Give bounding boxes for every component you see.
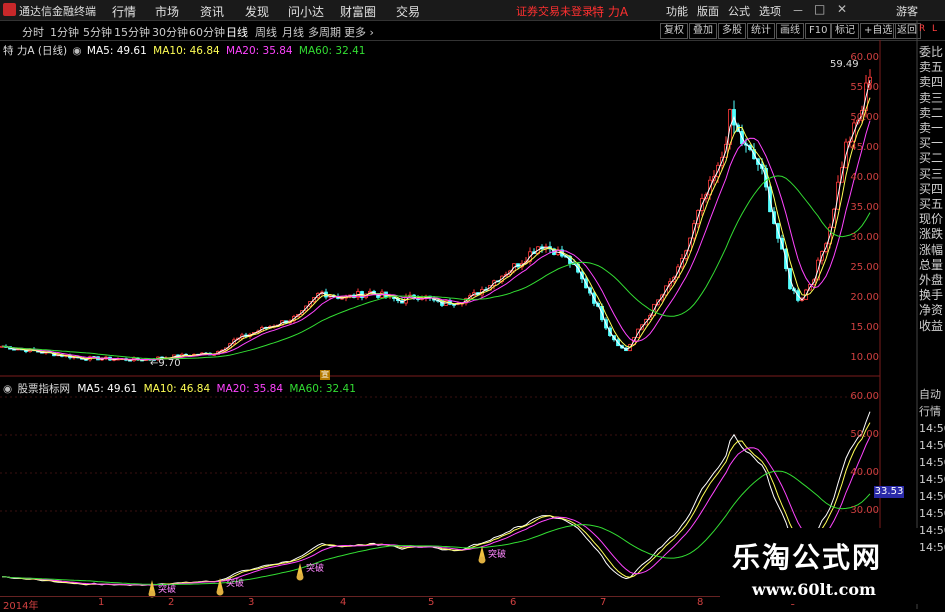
quote-label: 总量 bbox=[919, 257, 944, 272]
sub-panel-name: 股票指标网 bbox=[17, 383, 71, 395]
tick-label: 自动 bbox=[919, 388, 941, 401]
tick-label: 14:50 bbox=[919, 507, 945, 520]
settings-dot-icon[interactable]: ◉ bbox=[3, 383, 12, 395]
quote-label: 买二 bbox=[919, 151, 944, 166]
quote-label: 净资 bbox=[919, 303, 944, 318]
watermark-title: 乐淘公式网 bbox=[732, 541, 883, 574]
event-marker-icon[interactable]: 宣 bbox=[320, 370, 330, 380]
ma-lines-group bbox=[1, 79, 871, 361]
ma10-line bbox=[1, 97, 871, 361]
y-tick: 55.00 bbox=[850, 82, 879, 93]
sub-ma20-value: 35.84 bbox=[252, 383, 284, 395]
x-tick: 2 bbox=[168, 597, 175, 608]
signal-arrow-icon bbox=[149, 580, 155, 592]
tick-label: 14:50 bbox=[919, 490, 945, 503]
y-tick: 45.00 bbox=[850, 142, 879, 153]
quote-label: 委比 bbox=[919, 45, 944, 59]
x-tick: 8 bbox=[697, 597, 704, 608]
sub-y-tick: 30.00 bbox=[850, 505, 879, 516]
quote-label: 收益 bbox=[919, 318, 944, 333]
side-l-marker: L bbox=[932, 24, 938, 34]
sub-legend: ◉ 股票指标网 MA5: 49.61 MA10: 46.84 MA20: 35.… bbox=[3, 381, 423, 395]
sub-ma5-value: 49.61 bbox=[107, 383, 138, 395]
x-tick: 4 bbox=[340, 597, 347, 608]
sub-ma10-value: 46.84 bbox=[180, 383, 211, 395]
quote-label: 换手 bbox=[919, 288, 944, 303]
tick-label: 14:50 bbox=[919, 541, 945, 554]
quote-label: 买一 bbox=[919, 136, 944, 151]
watermark-url: www.60lt.com bbox=[752, 580, 876, 599]
sub-ma60-label: MA60: bbox=[289, 383, 323, 395]
signal-coin-icon bbox=[478, 556, 486, 564]
quote-label: 买四 bbox=[919, 181, 944, 196]
quote-label: 外盘 bbox=[919, 273, 944, 288]
quote-label: 买五 bbox=[919, 197, 944, 212]
quote-label: 卖二 bbox=[919, 105, 944, 120]
ma20-line bbox=[1, 120, 871, 361]
tick-label: 行情 bbox=[919, 405, 941, 418]
kline-chart[interactable] bbox=[0, 0, 945, 609]
y-tick: 20.00 bbox=[850, 292, 879, 303]
watermark: 乐淘公式网 www.60lt.com bbox=[720, 528, 918, 604]
quote-label: 卖五 bbox=[919, 60, 944, 75]
signal-label: 突破 bbox=[306, 564, 325, 574]
x-tick: 6 bbox=[510, 597, 517, 608]
x-tick: 1 bbox=[98, 597, 105, 608]
y-tick: 15.00 bbox=[850, 322, 879, 333]
quote-label: 涨跌 bbox=[919, 227, 944, 242]
sub-ma20-label: MA20: bbox=[216, 383, 250, 395]
quote-label: 买三 bbox=[919, 166, 944, 181]
sub-y-tick: 50.00 bbox=[850, 429, 879, 440]
quote-label: 卖三 bbox=[919, 90, 944, 105]
y-tick: 25.00 bbox=[850, 262, 879, 273]
y-tick: 35.00 bbox=[850, 202, 879, 213]
tick-label: 14:50 bbox=[919, 473, 945, 486]
tick-labels: 自动 行情 14:50 14:50 14:50 14:50 14:50 14:5… bbox=[919, 386, 945, 556]
quote-labels: 委比 卖五 卖四 卖三 卖二 卖一 买一 买二 买三 买四 买五 现价 涨跌 涨… bbox=[919, 45, 945, 334]
signal-label: 突破 bbox=[226, 579, 245, 589]
signal-label: 突破 bbox=[158, 585, 177, 595]
tick-label: 14:50 bbox=[919, 439, 945, 452]
y-tick: 30.00 bbox=[850, 232, 879, 243]
quote-label: 卖四 bbox=[919, 75, 944, 90]
tick-label: 14:50 bbox=[919, 524, 945, 537]
signal-coin-icon bbox=[296, 573, 304, 581]
y-tick: 50.00 bbox=[850, 112, 879, 123]
quote-label: 卖一 bbox=[919, 121, 944, 136]
ma5-line bbox=[1, 79, 871, 361]
ma60-line bbox=[1, 175, 871, 360]
x-tick: 5 bbox=[428, 597, 435, 608]
low-price-label: ←9.70 bbox=[150, 358, 181, 369]
signal-label: 突破 bbox=[488, 550, 507, 560]
sub-y-tick: 60.00 bbox=[850, 391, 879, 402]
sub-panel-grid bbox=[0, 396, 880, 512]
x-tick: 2014年 bbox=[3, 601, 39, 612]
sub-y-tick: 40.00 bbox=[850, 467, 879, 478]
tick-label: 14:50 bbox=[919, 422, 945, 435]
current-value-badge: 33.53 bbox=[874, 486, 904, 498]
quote-label: 现价 bbox=[919, 212, 944, 227]
y-tick: 60.00 bbox=[850, 52, 879, 63]
signal-coin-icon bbox=[216, 588, 224, 596]
sub-ma60-value: 32.41 bbox=[325, 383, 356, 395]
x-tick: 7 bbox=[600, 597, 607, 608]
y-tick: 40.00 bbox=[850, 172, 879, 183]
tick-label: 14:50 bbox=[919, 456, 945, 469]
x-tick: 3 bbox=[248, 597, 255, 608]
sub-ma10-label: MA10: bbox=[143, 383, 177, 395]
side-r-marker: R bbox=[919, 24, 926, 34]
sub-ma5-label: MA5: bbox=[77, 383, 104, 395]
y-tick: 10.00 bbox=[850, 352, 879, 363]
quote-label: 涨幅 bbox=[919, 242, 944, 257]
